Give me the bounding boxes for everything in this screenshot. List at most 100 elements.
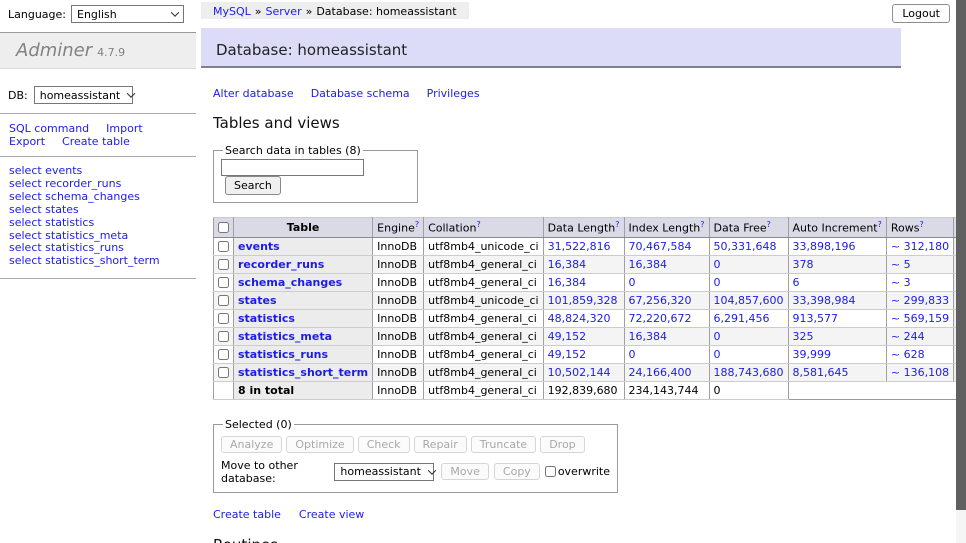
truncate-button[interactable]: Truncate xyxy=(471,436,536,453)
collation-cell: utf8mb4_general_ci xyxy=(424,327,543,345)
row-check-cell xyxy=(214,327,234,345)
row-check-cell xyxy=(214,237,234,255)
index-length-total-cell: 234,143,744 xyxy=(624,381,709,399)
help-marker[interactable]: ? xyxy=(476,220,480,229)
overwrite-checkbox[interactable] xyxy=(545,466,556,477)
data-length-cell: 101,859,328 xyxy=(543,291,624,309)
help-marker[interactable]: ? xyxy=(415,220,419,229)
sidebar-select-link[interactable]: select statistics_runs xyxy=(9,241,124,254)
repair-button[interactable]: Repair xyxy=(414,436,467,453)
table-name-cell: statistics xyxy=(234,309,373,327)
create-table-link[interactable]: Create table xyxy=(213,508,281,521)
move-database-select[interactable]: homeassistant xyxy=(334,463,434,481)
rows-cell[interactable]: ~ 569,159 xyxy=(886,309,953,327)
row-checkbox[interactable] xyxy=(218,349,229,360)
collation-cell: utf8mb4_general_ci xyxy=(424,255,543,273)
table-name-link[interactable]: schema_changes xyxy=(238,276,342,289)
data-free-cell: 188,743,680 xyxy=(709,363,788,381)
sidebar-select-link[interactable]: select statistics_short_term xyxy=(9,254,160,267)
sidebar-select-link[interactable]: select statistics xyxy=(9,216,94,229)
help-marker[interactable]: ? xyxy=(615,220,619,229)
db-select[interactable]: homeassistant xyxy=(34,86,133,104)
row-checkbox[interactable] xyxy=(218,295,229,306)
row-checkbox[interactable] xyxy=(218,313,229,324)
move-button[interactable]: Move xyxy=(441,463,489,480)
rows-cell[interactable]: ~ 299,833 xyxy=(886,291,953,309)
rows-cell[interactable]: ~ 312,180 xyxy=(886,237,953,255)
index-length-cell: 0 xyxy=(624,273,709,291)
analyze-button[interactable]: Analyze xyxy=(221,436,282,453)
table-name-link[interactable]: statistics_short_term xyxy=(238,366,368,379)
scrollbar-thumb[interactable] xyxy=(956,0,966,510)
rows-cell[interactable]: ~ 3 xyxy=(886,273,953,291)
optimize-button[interactable]: Optimize xyxy=(286,436,353,453)
column-header-label: Collation xyxy=(428,222,476,235)
breadcrumb-link-server[interactable]: Server xyxy=(266,5,302,18)
drop-button[interactable]: Drop xyxy=(540,436,584,453)
selected-fieldset: Selected (0) AnalyzeOptimizeCheckRepairT… xyxy=(213,418,618,493)
engine-cell: InnoDB xyxy=(373,291,424,309)
create-view-link[interactable]: Create view xyxy=(299,508,364,521)
row-checkbox[interactable] xyxy=(218,241,229,252)
help-marker[interactable]: ? xyxy=(700,220,704,229)
alter-database-link[interactable]: Alter database xyxy=(213,87,294,100)
row-check-cell xyxy=(214,381,234,399)
table-name-link[interactable]: statistics xyxy=(238,312,295,325)
sidebar-select-link[interactable]: select events xyxy=(9,164,82,177)
rows-cell[interactable]: ~ 244 xyxy=(886,327,953,345)
language-select[interactable]: English xyxy=(71,5,184,23)
main-content: Alter databaseDatabase schemaPrivileges … xyxy=(201,68,931,543)
privileges-link[interactable]: Privileges xyxy=(427,87,480,100)
table-name-link[interactable]: events xyxy=(238,240,280,253)
search-input[interactable] xyxy=(221,159,364,176)
data-free-cell: 0 xyxy=(709,255,788,273)
rows-cell[interactable]: ~ 5 xyxy=(886,255,953,273)
row-checkbox[interactable] xyxy=(218,367,229,378)
sidebar-link-create-table[interactable]: Create table xyxy=(62,135,130,148)
vertical-scrollbar[interactable] xyxy=(956,0,966,543)
check-button[interactable]: Check xyxy=(358,436,410,453)
rows-cell[interactable]: ~ 136,108 xyxy=(886,363,953,381)
search-button[interactable]: Search xyxy=(225,176,281,195)
app-version: 4.7.9 xyxy=(97,46,125,59)
sidebar-link-sql-command[interactable]: SQL command xyxy=(9,122,89,135)
sidebar-select-link[interactable]: select states xyxy=(9,203,79,216)
check-all-cell xyxy=(214,218,234,238)
sidebar-select-link[interactable]: select recorder_runs xyxy=(9,177,121,190)
auto-increment-cell: 33,898,196 xyxy=(788,237,886,255)
column-header-label: Data Free xyxy=(714,222,767,235)
breadcrumb-link-mysql[interactable]: MySQL xyxy=(213,5,251,18)
sidebar-link-export[interactable]: Export xyxy=(9,135,45,148)
table-name-link[interactable]: statistics_runs xyxy=(238,348,328,361)
index-length-cell: 16,384 xyxy=(624,255,709,273)
table-name-link[interactable]: states xyxy=(238,294,277,307)
database-action-links: Alter database Database schema Privileges xyxy=(213,87,931,100)
move-label: Move to other database: xyxy=(221,459,328,485)
collation-total-cell: utf8mb4_general_ci xyxy=(424,381,543,399)
table-name-link[interactable]: recorder_runs xyxy=(238,258,324,271)
rows-cell[interactable]: ~ 628 xyxy=(886,345,953,363)
column-header-table: Table xyxy=(234,218,373,238)
copy-button[interactable]: Copy xyxy=(494,463,540,480)
data-length-cell: 49,152 xyxy=(543,327,624,345)
row-checkbox[interactable] xyxy=(218,331,229,342)
data-length-total-cell: 192,839,680 xyxy=(543,381,624,399)
sidebar-select-link[interactable]: select statistics_meta xyxy=(9,229,128,242)
help-marker[interactable]: ? xyxy=(878,220,882,229)
column-header-data-length: Data Length? xyxy=(543,218,624,238)
column-header-collation: Collation? xyxy=(424,218,543,238)
logout-button[interactable]: Logout xyxy=(892,4,950,23)
row-checkbox[interactable] xyxy=(218,259,229,270)
help-marker[interactable]: ? xyxy=(767,220,771,229)
table-name-link[interactable]: statistics_meta xyxy=(238,330,332,343)
sidebar-select-link[interactable]: select schema_changes xyxy=(9,190,140,203)
engine-cell: InnoDB xyxy=(373,327,424,345)
select-all-checkbox[interactable] xyxy=(218,222,229,233)
sidebar-link-import[interactable]: Import xyxy=(106,122,143,135)
database-schema-link[interactable]: Database schema xyxy=(311,87,410,100)
help-marker[interactable]: ? xyxy=(919,220,923,229)
app-logo[interactable]: Adminer xyxy=(16,40,92,61)
data-length-cell: 48,824,320 xyxy=(543,309,624,327)
search-fieldset: Search data in tables (8) Search xyxy=(213,144,418,203)
row-checkbox[interactable] xyxy=(218,277,229,288)
